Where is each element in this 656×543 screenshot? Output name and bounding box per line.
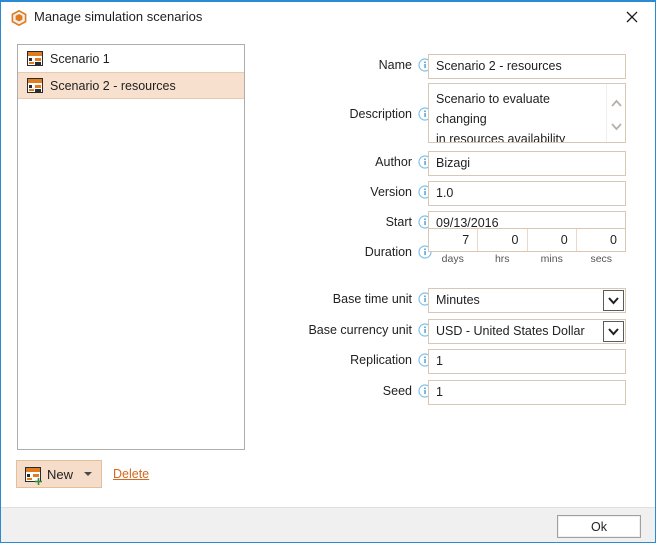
name-input[interactable]: Scenario 2 - resources xyxy=(428,54,626,79)
replication-label: Replication xyxy=(350,353,412,367)
base-currency-unit-value: USD - United States Dollar xyxy=(436,324,585,338)
chevron-down-icon[interactable] xyxy=(610,120,623,131)
manage-simulation-scenarios-dialog: Manage simulation scenarios Scenario 1 S… xyxy=(0,0,656,543)
chevron-up-icon[interactable] xyxy=(610,97,623,107)
duration-unit-secs: secs xyxy=(590,253,613,265)
scenario-list[interactable]: Scenario 1 Scenario 2 - resources xyxy=(17,44,245,450)
version-input[interactable]: 1.0 xyxy=(428,181,626,206)
title-bar: Manage simulation scenarios xyxy=(1,2,655,33)
duration-unit-mins: mins xyxy=(540,253,563,265)
replication-input[interactable]: 1 xyxy=(428,349,626,374)
close-icon[interactable] xyxy=(609,2,655,32)
scenario-window-icon xyxy=(27,51,43,66)
version-label: Version xyxy=(370,185,412,199)
list-item-label: Scenario 2 - resources xyxy=(50,78,176,93)
duration-minutes-input[interactable]: 0 xyxy=(528,229,577,251)
base-currency-unit-label: Base currency unit xyxy=(308,323,412,337)
duration-seconds-input[interactable]: 0 xyxy=(577,229,625,251)
name-label: Name xyxy=(378,58,412,72)
scenario-properties-form: Name Scenario 2 - resources Description … xyxy=(256,33,655,507)
window-title: Manage simulation scenarios xyxy=(34,9,203,24)
start-label: Start xyxy=(385,215,412,229)
duration-hours-input[interactable]: 0 xyxy=(478,229,528,251)
delete-link[interactable]: Delete xyxy=(113,467,149,481)
scenario-window-icon xyxy=(27,78,43,93)
base-time-unit-value: Minutes xyxy=(436,293,480,307)
seed-label: Seed xyxy=(382,384,412,398)
chevron-down-icon[interactable] xyxy=(603,290,624,311)
description-label: Description xyxy=(349,107,412,121)
duration-unit-hrs: hrs xyxy=(494,253,510,265)
chevron-down-icon[interactable] xyxy=(84,472,92,476)
description-value[interactable]: Scenario to evaluate changing in resourc… xyxy=(436,89,591,142)
list-item-scenario-1[interactable]: Scenario 1 xyxy=(18,45,244,72)
base-time-unit-dropdown[interactable]: Minutes xyxy=(428,288,626,313)
duration-days-input[interactable]: 7 xyxy=(429,229,479,251)
description-input[interactable]: Scenario to evaluate changing in resourc… xyxy=(428,83,626,143)
base-currency-unit-dropdown[interactable]: USD - United States Dollar xyxy=(428,319,626,344)
duration-unit-days: days xyxy=(441,253,464,265)
bizagi-hexagon-icon xyxy=(11,9,27,27)
list-item-scenario-2[interactable]: Scenario 2 - resources xyxy=(18,72,244,99)
duration-label: Duration xyxy=(364,245,412,259)
duration-input-group[interactable]: 7 0 0 0 xyxy=(428,228,626,252)
dialog-body: Scenario 1 Scenario 2 - resources New De… xyxy=(1,33,655,507)
new-scenario-button[interactable]: New xyxy=(16,460,102,488)
ok-button[interactable]: Ok xyxy=(557,515,641,538)
plus-icon xyxy=(34,475,43,485)
chevron-down-icon[interactable] xyxy=(603,321,624,342)
list-item-label: Scenario 1 xyxy=(50,51,110,66)
description-scrollbar[interactable] xyxy=(606,84,625,142)
base-time-unit-label: Base time unit xyxy=(332,292,412,306)
author-label: Author xyxy=(375,155,412,169)
seed-input[interactable]: 1 xyxy=(428,380,626,405)
author-input[interactable]: Bizagi xyxy=(428,151,626,176)
duration-unit-labels: days hrs mins secs xyxy=(428,253,626,269)
new-scenario-label: New xyxy=(47,466,74,482)
new-scenario-icon xyxy=(25,466,43,485)
dialog-footer: Ok xyxy=(1,507,655,542)
